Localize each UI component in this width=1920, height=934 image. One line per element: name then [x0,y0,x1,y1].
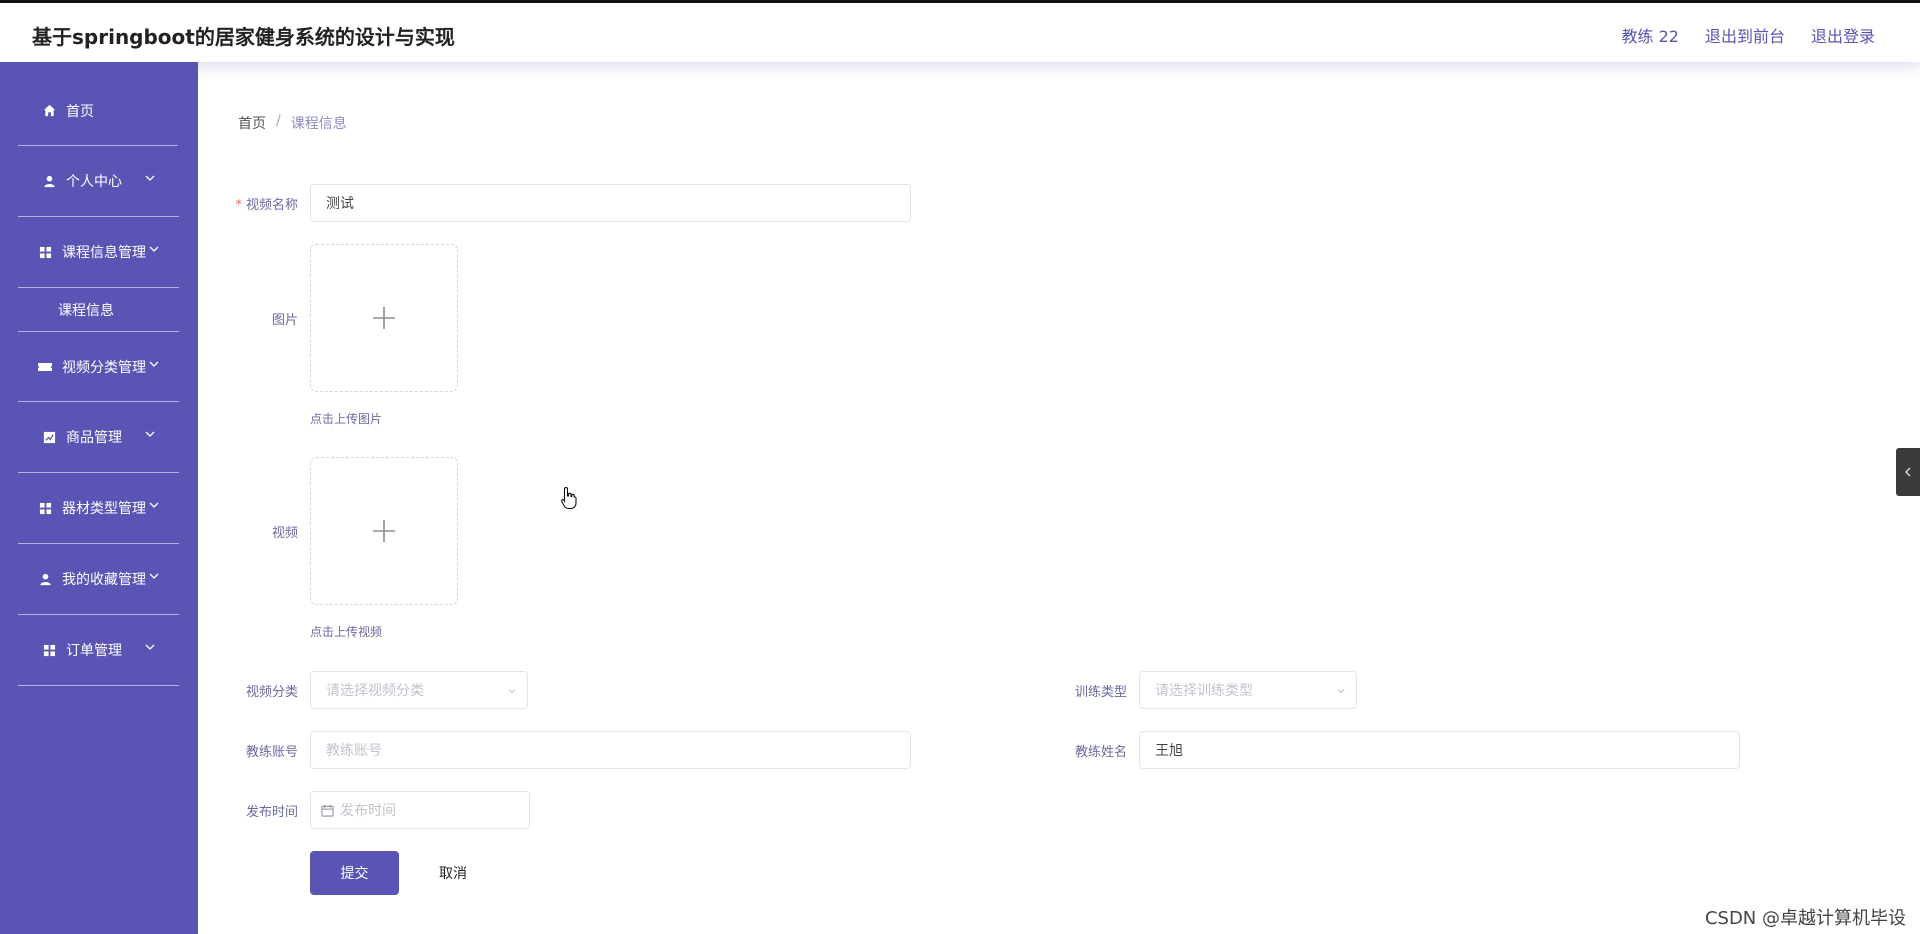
home-icon [42,104,56,118]
training-type-select[interactable]: 请选择训练类型 [1139,671,1357,709]
sidebar-item-profile[interactable]: 个人中心 [18,146,179,217]
video-name-label: 视频名称 [178,194,298,213]
panel-collapse-tab[interactable] [1896,448,1920,496]
video-label: 视频 [271,526,298,541]
sidebar-item-home[interactable]: 首页 [18,76,178,146]
chevron-down-icon [149,502,159,508]
user-icon [42,174,56,188]
image-label: 图片 [271,313,298,328]
breadcrumb: 首页 / 课程信息 [238,113,347,133]
publish-time-label: 发布时间 [245,805,298,820]
grid-icon [38,245,52,259]
image-upload-hint: 点击上传图片 [310,412,383,426]
app-title: 基于springboot的居家健身系统的设计与实现 [32,25,455,49]
plus-icon [373,520,395,542]
chevron-down-icon [508,689,516,694]
category-placeholder: 请选择视频分类 [326,683,424,699]
back-to-front-link[interactable]: 退出到前台 [1705,23,1785,47]
chevron-down-icon [149,573,159,579]
grid-icon [42,643,56,657]
video-name-input[interactable]: 测试 [310,184,911,222]
sidebar-item-label: 个人中心 [66,174,122,190]
chevron-down-icon [149,361,159,367]
video-upload-hint: 点击上传视频 [310,625,383,639]
sidebar-item-label: 视频分类管理 [62,359,146,376]
watermark-text: CSDN @卓越计算机毕设 [1704,908,1906,929]
coach-name-input[interactable]: 王旭 [1139,731,1740,769]
chart-icon [42,430,56,444]
coach-account-label: 教练账号 [245,745,298,760]
sidebar-item-product-management[interactable]: 商品管理 [18,402,179,473]
category-label: 视频分类 [245,685,298,700]
sidebar-item-label: 器材类型管理 [62,501,146,517]
grid-icon [38,501,52,515]
sidebar-item-label: 商品管理 [66,430,122,446]
coach-account-input[interactable]: 教练账号 [310,731,911,769]
cancel-button[interactable]: 取消 [420,851,486,895]
coach-name-label: 教练姓名 [1074,745,1127,760]
ticket-icon [38,360,52,374]
sidebar-item-label: 课程信息管理 [62,245,146,261]
top-header: 基于springboot的居家健身系统的设计与实现 教练 22 退出到前台 退出… [0,0,1920,62]
sidebar-item-favorites[interactable]: 我的收藏管理 [18,544,179,615]
sidebar-subitem-course-info[interactable]: 课程信息 [58,288,198,331]
sidebar-item-orders[interactable]: 订单管理 [18,615,179,686]
chevron-down-icon [145,644,155,650]
logout-link[interactable]: 退出登录 [1811,23,1875,47]
submit-button[interactable]: 提交 [310,851,399,895]
sidebar-item-label: 订单管理 [66,643,122,659]
image-upload-box[interactable] [310,244,458,392]
category-select[interactable]: 请选择视频分类 [310,671,528,709]
breadcrumb-current: 课程信息 [290,116,347,132]
video-name-label-text: 视频名称 [245,198,298,213]
training-type-label: 训练类型 [1074,685,1127,700]
sidebar: 首页 个人中心 课程信息管理 课程信息 视频分类管理 商品管理 器材类型管理 我… [0,62,198,934]
plus-icon [373,307,395,329]
user-icon [38,572,52,586]
publish-time-placeholder: 发布时间 [340,803,396,819]
publish-time-picker[interactable]: 发布时间 [310,791,530,829]
sidebar-item-label: 首页 [66,103,94,120]
hand-cursor-icon [561,486,577,510]
chevron-down-icon [145,431,155,437]
calendar-icon [321,804,334,817]
sidebar-item-label: 我的收藏管理 [62,572,146,588]
sidebar-item-course-management[interactable]: 课程信息管理 [18,217,179,288]
breadcrumb-separator: / [276,113,281,129]
sidebar-item-equipment-type[interactable]: 器材类型管理 [18,473,179,544]
breadcrumb-home[interactable]: 首页 [238,113,266,133]
chevron-down-icon [149,246,159,252]
header-actions: 教练 22 退出到前台 退出登录 [1622,23,1875,47]
chevron-down-icon [1337,689,1345,694]
chevron-left-icon [1905,467,1911,477]
sidebar-item-video-category[interactable]: 视频分类管理 [18,331,179,402]
training-type-placeholder: 请选择训练类型 [1155,683,1253,699]
video-upload-box[interactable] [310,457,458,605]
current-user: 教练 22 [1621,27,1679,46]
chevron-down-icon [145,175,155,181]
